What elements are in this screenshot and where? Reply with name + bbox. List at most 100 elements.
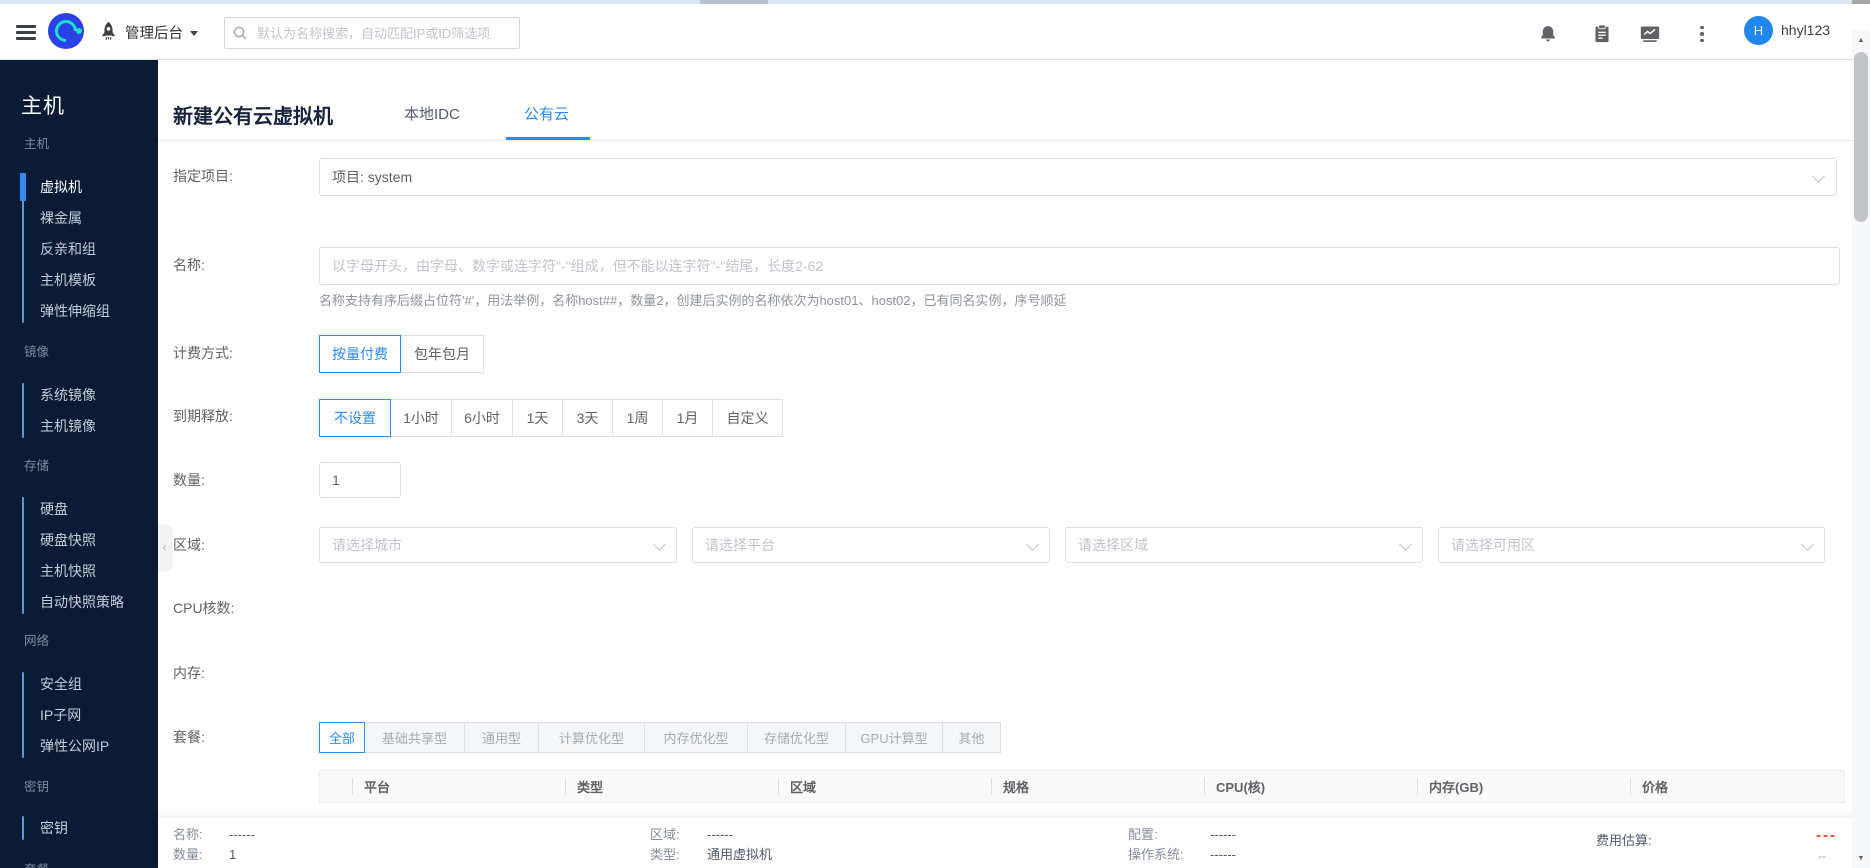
brand-logo[interactable] — [48, 13, 84, 49]
sidebar-item-host-image[interactable]: 主机镜像 — [40, 416, 96, 436]
username: hhyl123 — [1781, 22, 1830, 38]
sku-col-memory: 内存(GB) — [1418, 771, 1631, 802]
scrollbar-down-arrow[interactable]: ▼ — [1852, 850, 1870, 866]
release-option-1w[interactable]: 1周 — [612, 399, 663, 437]
sidebar-section-images: 镜像 — [24, 343, 49, 361]
release-option-none[interactable]: 不设置 — [319, 399, 391, 437]
monitor-chart-icon — [1639, 24, 1661, 44]
sidebar: 主机 主机 虚拟机 裸金属 反亲和组 主机模板 弹性伸缩组 镜像 系统镜像 主机… — [0, 60, 158, 868]
sku-tab-storage[interactable]: 存储优化型 — [747, 722, 846, 753]
footer-cost-value: --- — [1816, 827, 1837, 844]
sidebar-section-network: 网络 — [24, 632, 49, 650]
billing-label: 计费方式: — [173, 343, 233, 363]
monitor-button[interactable] — [1634, 20, 1666, 48]
name-label: 名称: — [173, 255, 205, 275]
billing-option-postpaid[interactable]: 按量付费 — [319, 335, 401, 373]
sku-col-type: 类型 — [566, 771, 779, 802]
sidebar-item-snapshot-policy[interactable]: 自动快照策略 — [40, 592, 124, 612]
workflow-button[interactable] — [1586, 20, 1618, 48]
city-select[interactable]: 请选择城市 — [319, 527, 677, 563]
footer-os-value: ------ — [1210, 847, 1236, 863]
sidebar-item-system-image[interactable]: 系统镜像 — [40, 385, 96, 405]
footer-cost-sub: -- — [1818, 849, 1826, 863]
sidebar-item-disk[interactable]: 硬盘 — [40, 499, 68, 519]
sidebar-item-antiaffinity[interactable]: 反亲和组 — [40, 239, 96, 259]
page-header — [158, 60, 1852, 141]
sku-tab-general[interactable]: 通用型 — [464, 722, 539, 753]
sidebar-group-line — [22, 816, 24, 840]
sku-tab-compute[interactable]: 计算优化型 — [538, 722, 645, 753]
sidebar-collapse-handle[interactable]: ‹ — [158, 525, 171, 571]
tab-public-cloud[interactable]: 公有云 — [524, 103, 569, 124]
project-label: 指定项目: — [173, 166, 233, 186]
scrollbar[interactable]: ▲ ▼ — [1852, 30, 1870, 868]
sku-table-select-column — [320, 771, 353, 802]
sku-col-region: 区域 — [779, 771, 992, 802]
sidebar-item-security-group[interactable]: 安全组 — [40, 674, 82, 694]
sidebar-item-host-snapshot[interactable]: 主机快照 — [40, 561, 96, 581]
region-select[interactable]: 请选择区域 — [1065, 527, 1423, 563]
scrollbar-thumb[interactable] — [1854, 52, 1868, 222]
sku-tab-gpu[interactable]: GPU计算型 — [845, 722, 943, 753]
sidebar-section-hosts: 主机 — [24, 135, 49, 153]
footer-cost-label: 费用估算: — [1596, 833, 1652, 849]
sku-tab-other[interactable]: 其他 — [942, 722, 1001, 753]
release-option-6h[interactable]: 6小时 — [451, 399, 513, 437]
sidebar-item-scaling-group[interactable]: 弹性伸缩组 — [40, 301, 110, 321]
sku-tabs: 全部 基础共享型 通用型 计算优化型 内存优化型 存储优化型 GPU计算型 其他 — [319, 722, 1001, 753]
release-option-1h[interactable]: 1小时 — [390, 399, 452, 437]
more-options-button[interactable] — [1686, 20, 1718, 48]
footer-region-value: ------ — [707, 827, 733, 843]
zone-select[interactable]: 请选择可用区 — [1438, 527, 1825, 563]
platform-select[interactable]: 请选择平台 — [692, 527, 1050, 563]
sidebar-item-keypair[interactable]: 密钥 — [40, 818, 68, 838]
sku-label: 套餐: — [173, 727, 205, 747]
sku-col-price: 价格 — [1631, 771, 1844, 802]
release-option-3d[interactable]: 3天 — [562, 399, 613, 437]
billing-option-prepaid[interactable]: 包年包月 — [400, 335, 484, 373]
footer-type-value: 通用虚拟机 — [707, 847, 772, 863]
app-window: 管理后台 — [0, 0, 1870, 868]
release-option-1d[interactable]: 1天 — [512, 399, 563, 437]
sidebar-section-sku-partial: 套餐 — [24, 861, 49, 868]
menu-icon[interactable] — [16, 25, 36, 41]
footer-config-label: 配置: — [1128, 827, 1158, 843]
sku-tab-shared[interactable]: 基础共享型 — [364, 722, 465, 753]
sku-col-platform: 平台 — [353, 771, 566, 802]
avatar[interactable]: H — [1744, 16, 1773, 45]
clipboard-icon — [1593, 24, 1611, 44]
region-select-placeholder: 请选择区域 — [1078, 535, 1148, 555]
page-title: 新建公有云虚拟机 — [173, 100, 333, 129]
name-input[interactable] — [319, 247, 1840, 285]
release-option-1m[interactable]: 1月 — [662, 399, 713, 437]
admin-console-menu[interactable]: 管理后台 — [100, 17, 198, 47]
sidebar-item-vm[interactable]: 虚拟机 — [40, 177, 82, 197]
search-input[interactable] — [255, 25, 519, 42]
scrollbar-up-arrow[interactable]: ▲ — [1852, 32, 1870, 48]
count-input[interactable] — [319, 462, 401, 498]
footer-name-label: 名称: — [173, 827, 203, 843]
project-select-value: 项目: system — [332, 167, 412, 187]
rocket-icon — [100, 20, 117, 44]
sku-table-header: 平台 类型 区域 规格 CPU(核) 内存(GB) 价格 — [319, 770, 1845, 803]
sidebar-item-baremetal[interactable]: 裸金属 — [40, 208, 82, 228]
notifications-button[interactable] — [1532, 20, 1564, 48]
global-search[interactable] — [224, 17, 520, 49]
release-option-custom[interactable]: 自定义 — [712, 399, 783, 437]
footer-type-label: 类型: — [650, 847, 680, 863]
sku-tab-memory[interactable]: 内存优化型 — [644, 722, 748, 753]
sidebar-item-host-template[interactable]: 主机模板 — [40, 270, 96, 290]
sidebar-item-disk-snapshot[interactable]: 硬盘快照 — [40, 530, 96, 550]
footer-name-value: ------ — [229, 827, 255, 843]
sku-tab-all[interactable]: 全部 — [319, 722, 365, 753]
sidebar-title: 主机 — [21, 90, 65, 120]
tab-local-idc[interactable]: 本地IDC — [404, 103, 460, 124]
sidebar-section-storage: 存储 — [24, 457, 49, 475]
topbar: 管理后台 — [0, 4, 1870, 60]
project-select[interactable]: 项目: system — [319, 158, 1837, 196]
admin-console-label: 管理后台 — [125, 22, 183, 43]
sidebar-item-eip[interactable]: 弹性公网IP — [40, 736, 109, 756]
sidebar-item-ip-subnet[interactable]: IP子网 — [40, 705, 81, 725]
sidebar-group-line — [22, 497, 24, 614]
city-select-placeholder: 请选择城市 — [332, 535, 402, 555]
